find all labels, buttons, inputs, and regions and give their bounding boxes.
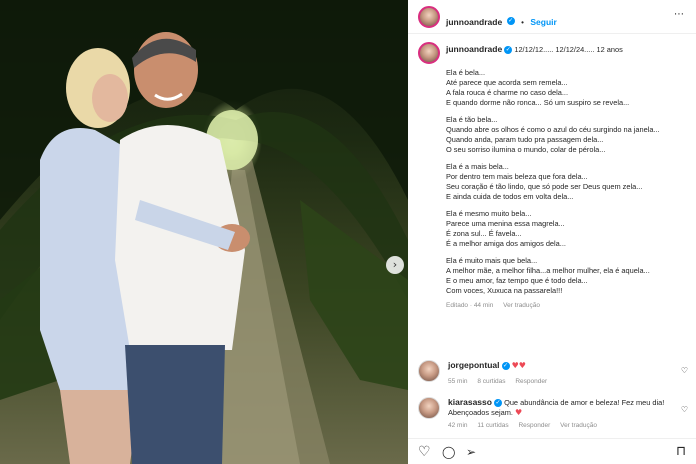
commenter-username[interactable]: jorgepontual [448,360,499,370]
caption: junnoandrade ✓ 12/12/12..... 12/12/24...… [446,44,691,309]
author-avatar[interactable] [418,6,440,28]
comment-text-line2: Abençoados sejam. [448,408,513,417]
reply-button[interactable]: Responder [515,378,547,385]
like-comment-heart-icon[interactable]: ♡ [681,405,688,414]
reply-button[interactable]: Responder [518,422,550,429]
comment-meta: 42 min 11 curtidas Responder Ver traduçã… [448,421,678,431]
caption-line: Por dentro tem mais beleza que fora dela… [446,172,588,181]
verified-badge-icon: ✓ [506,16,515,25]
header-user-row: junnoandrade ✓ • Seguir [446,12,557,30]
verified-badge-icon: ✓ [494,399,503,408]
caption-body: Ela é bela... Até parece que acorda sem r… [446,68,691,296]
caption-line: É a melhor amiga dos amigos dela... [446,239,566,248]
caption-username[interactable]: junnoandrade [446,44,502,54]
caption-line: O seu sorriso ilumina o mundo, colar de … [446,145,606,154]
see-translation-link[interactable]: Ver tradução [503,302,540,309]
caption-line: Até parece que acorda sem remela... [446,78,568,87]
next-photo-button[interactable]: › [386,256,404,274]
caption-line: E o meu amor, faz tempo que é todo dela.… [446,276,588,285]
caption-line: Ela é mesmo muito bela... [446,209,532,218]
comment-item: kiarasasso ✓ Que abundância de amor e be… [418,397,688,437]
caption-line: A melhor mãe, a melhor filha...a melhor … [446,266,650,275]
caption-header: junnoandrade ✓ 12/12/12..... 12/12/24...… [446,44,691,55]
verified-badge-icon: ✓ [504,46,513,55]
commenter-avatar[interactable] [418,360,440,382]
red-heart-emoji: ♥ [514,408,523,417]
comment-item: jorgepontual ✓ ♥♥ 55 min 8 curtidas Resp… [418,360,688,390]
caption-line: Quando anda, param tudo pra passagem del… [446,135,604,144]
caption-line: Ela é tão bela... [446,115,498,124]
caption-line: A fala rouca é charme no caso dela... [446,88,569,97]
comment-time: 55 min [448,378,468,385]
dot-separator: • [521,18,524,27]
caption-avatar[interactable] [418,42,440,64]
caption-line: Parece uma menina essa magrela... [446,219,565,228]
comment-text: Que abundância de amor e beleza! Fez meu… [504,398,665,407]
comment-meta: 55 min 8 curtidas Responder [448,377,678,387]
caption-line: Quando abre os olhos é como o azul do cé… [446,125,660,134]
comment-time: 42 min [448,422,468,429]
stanza-gap [446,155,691,162]
caption-line: E ainda cuida de todos em volta dela... [446,192,574,201]
commenter-avatar[interactable] [418,397,440,419]
commenter-username[interactable]: kiarasasso [448,397,492,407]
like-comment-heart-icon[interactable]: ♡ [681,366,688,375]
stanza-gap [446,249,691,256]
caption-line: Ela é muito mais que bela... [446,256,538,265]
stanza-gap [446,202,691,209]
action-bar: ♡ ◯ ➢ ⊓ [408,438,696,464]
photo-scene [0,0,408,464]
author-username[interactable]: junnoandrade [446,17,502,27]
caption-line: E quando dorme não ronca... Só um suspir… [446,98,630,107]
comment-likes[interactable]: 8 curtidas [477,378,505,385]
post-sidebar: junnoandrade ✓ • Seguir ⋯ junnoandrade ✓… [408,0,696,464]
comment-likes[interactable]: 11 curtidas [477,422,508,429]
verified-badge-icon: ✓ [501,362,510,371]
save-bookmark-icon[interactable]: ⊓ [676,445,686,459]
caption-line: Ela é a mais bela... [446,162,509,171]
edited-label: Editado · 44 min [446,302,494,309]
caption-line: Ela é bela... [446,68,486,77]
caption-meta: Editado · 44 min Ver tradução [446,302,691,309]
follow-button[interactable]: Seguir [530,17,556,27]
comment-bubble-icon[interactable]: ◯ [442,445,455,459]
post-header: junnoandrade ✓ • Seguir ⋯ [408,0,696,34]
caption-header-text: 12/12/12..... 12/12/24..... 12 anos [514,45,623,54]
comment-body: jorgepontual ✓ ♥♥ 55 min 8 curtidas Resp… [448,360,678,387]
stanza-gap [446,108,691,115]
post-photo[interactable]: › [0,0,408,464]
more-options-icon[interactable]: ⋯ [674,9,684,20]
caption-line: É zona sul... É favela... [446,229,522,238]
red-heart-emoji: ♥♥ [511,361,526,370]
share-send-icon[interactable]: ➢ [466,445,476,459]
chevron-right-icon: › [392,258,398,271]
caption-line: Seu coração é tão lindo, que só pode ser… [446,182,643,191]
like-heart-icon[interactable]: ♡ [418,445,431,459]
comment-body: kiarasasso ✓ Que abundância de amor e be… [448,397,678,431]
caption-line: Com voces, Xuxuca na passarela!!! [446,286,563,295]
see-translation-link[interactable]: Ver tradução [560,422,597,429]
